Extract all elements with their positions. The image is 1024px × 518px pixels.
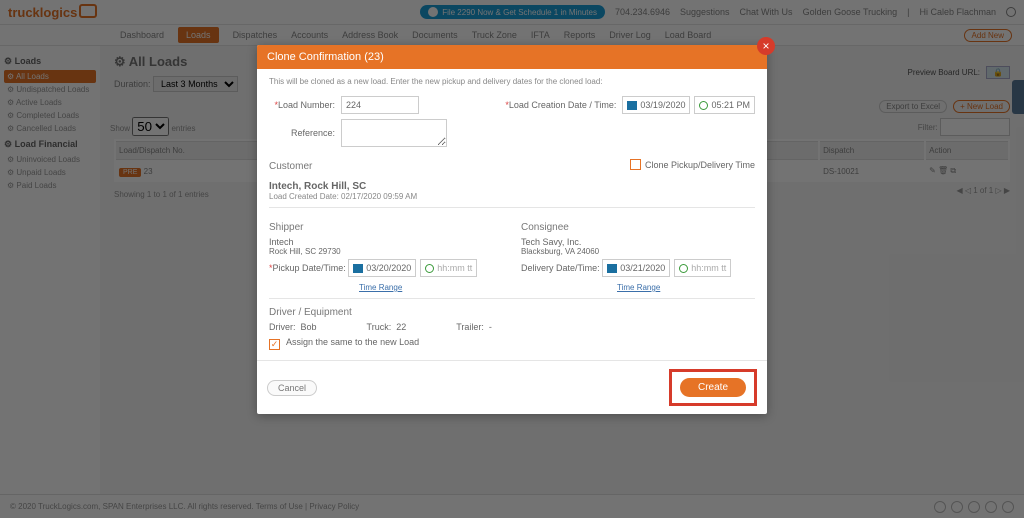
pickup-date-input[interactable]: 03/20/2020 [348,259,416,277]
customer-name: Intech, Rock Hill, SC [269,181,755,192]
clone-time-checkbox[interactable] [630,159,641,170]
cancel-button[interactable]: Cancel [267,380,317,396]
lcdt-time-input[interactable]: 05:21 PM [694,96,755,114]
lcdt-label: Load Creation Date / Time: [505,100,622,110]
lcdt-date-input[interactable]: 03/19/2020 [622,96,690,114]
customer-header: Customer [269,161,312,172]
delivery-timerange-link[interactable]: Time Range [617,283,660,292]
delivery-date-input[interactable]: 03/21/2020 [602,259,670,277]
assign-checkbox[interactable]: ✓ [269,339,280,350]
customer-created: Load Created Date: 02/17/2020 09:59 AM [269,192,755,201]
assign-label: Assign the same to the new Load [286,337,419,347]
create-button[interactable]: Create [680,378,746,397]
modal-title: Clone Confirmation (23) [257,45,767,69]
calendar-icon [353,264,363,273]
close-icon[interactable]: × [757,37,775,55]
pickup-timerange-link[interactable]: Time Range [359,283,402,292]
driver-equipment-header: Driver / Equipment [269,307,755,318]
calendar-icon [607,264,617,273]
clock-icon [679,264,688,273]
loadnum-label: Load Number: [269,100,341,110]
consignee-name: Tech Savy, Inc. [521,237,755,247]
shipper-header: Shipper [269,222,503,233]
trailer-value: - [489,322,492,332]
pickup-label: Pickup Date/Time: [269,263,346,273]
clone-time-label: Clone Pickup/Delivery Time [645,160,755,170]
loadnum-input[interactable] [341,96,419,114]
delivery-label: Delivery Date/Time: [521,263,600,273]
pickup-time-input[interactable]: hh:mm tt [420,259,477,277]
calendar-icon [627,101,637,110]
consignee-address: Blacksburg, VA 24060 [521,247,755,256]
clock-icon [699,101,708,110]
truck-value: 22 [396,322,406,332]
consignee-header: Consignee [521,222,755,233]
reference-input[interactable] [341,119,447,147]
shipper-name: Intech [269,237,503,247]
delivery-time-input[interactable]: hh:mm tt [674,259,731,277]
create-button-highlight: Create [669,369,757,406]
shipper-address: Rock Hill, SC 29730 [269,247,503,256]
modal-subtitle: This will be cloned as a new load. Enter… [269,77,755,86]
clone-modal: × Clone Confirmation (23) This will be c… [257,45,767,414]
reference-label: Reference: [269,128,341,138]
clock-icon [425,264,434,273]
driver-value: Bob [301,322,317,332]
